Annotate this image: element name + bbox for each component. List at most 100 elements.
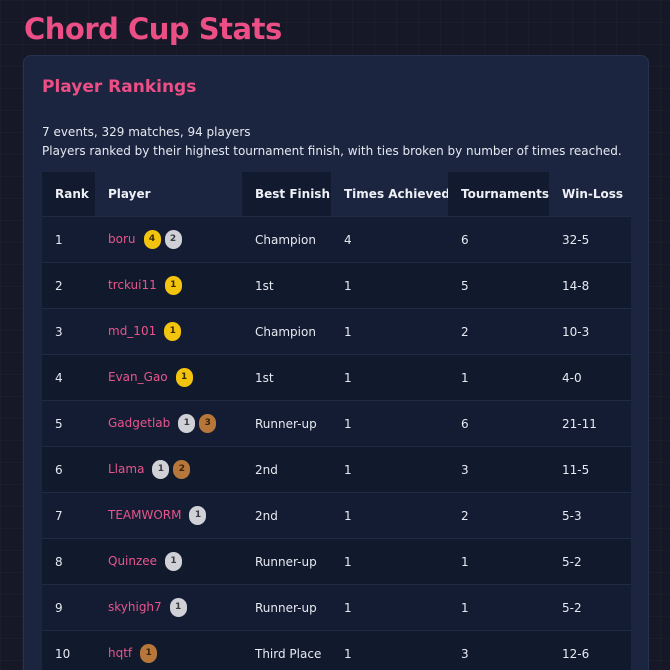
tournaments-cell: 2 — [448, 308, 549, 355]
rank-cell: 4 — [42, 354, 95, 401]
player-cell: md_101 1 — [95, 308, 242, 355]
player-cell: Gadgetlab 1 3 — [95, 400, 242, 447]
rank-cell: 3 — [42, 308, 95, 355]
player-cell: Quinzee 1 — [95, 538, 242, 585]
medal-badges: 1 — [136, 644, 158, 663]
rank-cell: 5 — [42, 400, 95, 447]
rankings-table-body: 1 boru 4 2 Champion 4 6 32-5 2 trckui11 1 1st 1 5 14-8… — [42, 216, 631, 670]
rankings-title: Player Rankings — [42, 77, 197, 97]
silver-medal-badge: 2 — [164, 230, 182, 249]
tournaments-cell: 1 — [448, 538, 549, 585]
table-row: 10 hqtf 1 Third Place 1 3 12-6 — [42, 630, 631, 670]
table-row: 3 md_101 1 Champion 1 2 10-3 — [42, 308, 631, 355]
times-achieved-cell: 1 — [331, 262, 448, 309]
column-header-player[interactable]: Player — [95, 172, 242, 217]
table-row: 9 skyhigh7 1 Runner-up 1 1 5-2 — [42, 584, 631, 631]
player-link[interactable]: trckui11 — [108, 278, 157, 292]
table-row: 7 TEAMWORM 1 2nd 1 2 5-3 — [42, 492, 631, 539]
times-achieved-cell: 1 — [331, 354, 448, 401]
column-header-best-finish[interactable]: Best Finish — [242, 172, 331, 217]
player-link[interactable]: TEAMWORM — [108, 508, 181, 522]
bronze-medal-badge: 2 — [173, 460, 191, 479]
medal-badges: 1 — [161, 552, 183, 571]
table-row: 1 boru 4 2 Champion 4 6 32-5 — [42, 216, 631, 263]
player-cell: Evan_Gao 1 — [95, 354, 242, 401]
player-link[interactable]: md_101 — [108, 324, 156, 338]
medal-badges: 42 — [140, 230, 182, 249]
best-finish-cell: 1st — [242, 354, 331, 401]
rankings-summary: 7 events, 329 matches, 94 players — [42, 125, 251, 139]
rank-cell: 10 — [42, 630, 95, 670]
tournaments-cell: 6 — [448, 400, 549, 447]
times-achieved-cell: 1 — [331, 446, 448, 493]
tournaments-cell: 2 — [448, 492, 549, 539]
tournaments-cell: 1 — [448, 354, 549, 401]
win-loss-cell: 21-11 — [549, 400, 631, 447]
gold-medal-badge: 1 — [175, 368, 193, 387]
player-link[interactable]: Evan_Gao — [108, 370, 168, 384]
rankings-description: Players ranked by their highest tourname… — [42, 144, 622, 158]
tournaments-cell: 3 — [448, 446, 549, 493]
player-cell: boru 4 2 — [95, 216, 242, 263]
win-loss-cell: 32-5 — [549, 216, 631, 263]
times-achieved-cell: 1 — [331, 492, 448, 539]
best-finish-cell: Runner-up — [242, 538, 331, 585]
win-loss-cell: 11-5 — [549, 446, 631, 493]
player-cell: trckui11 1 — [95, 262, 242, 309]
silver-medal-badge: 1 — [152, 460, 170, 479]
silver-medal-badge: 1 — [169, 598, 187, 617]
best-finish-cell: 2nd — [242, 446, 331, 493]
times-achieved-cell: 1 — [331, 630, 448, 670]
player-link[interactable]: Gadgetlab — [108, 416, 170, 430]
player-link[interactable]: boru — [108, 232, 136, 246]
table-row: 2 trckui11 1 1st 1 5 14-8 — [42, 262, 631, 309]
column-header-tournaments[interactable]: Tournaments — [448, 172, 549, 217]
best-finish-cell: Champion — [242, 216, 331, 263]
bronze-medal-badge: 3 — [199, 414, 217, 433]
medal-badges: 1 — [185, 506, 207, 525]
times-achieved-cell: 1 — [331, 584, 448, 631]
rank-cell: 1 — [42, 216, 95, 263]
best-finish-cell: Champion — [242, 308, 331, 355]
player-link[interactable]: Llama — [108, 462, 144, 476]
silver-medal-badge: 1 — [178, 414, 196, 433]
best-finish-cell: Runner-up — [242, 584, 331, 631]
rankings-table: Rank Player Best Finish Times Achieved T… — [42, 172, 631, 670]
best-finish-cell: 2nd — [242, 492, 331, 539]
best-finish-cell: Third Place — [242, 630, 331, 670]
player-link[interactable]: Quinzee — [108, 554, 157, 568]
medal-badges: 13 — [174, 414, 217, 433]
win-loss-cell: 5-2 — [549, 584, 631, 631]
gold-medal-badge: 4 — [143, 230, 161, 249]
medal-badges: 1 — [161, 276, 182, 295]
column-header-win-loss[interactable]: Win-Loss — [549, 172, 631, 217]
times-achieved-cell: 1 — [331, 400, 448, 447]
win-loss-cell: 4-0 — [549, 354, 631, 401]
win-loss-cell: 5-2 — [549, 538, 631, 585]
tournaments-cell: 3 — [448, 630, 549, 670]
medal-badges: 1 — [166, 598, 187, 617]
bronze-medal-badge: 1 — [140, 644, 158, 663]
medal-badges: 1 — [172, 368, 193, 387]
column-header-times-achieved[interactable]: Times Achieved — [331, 172, 448, 217]
medal-badges: 1 — [160, 322, 182, 341]
silver-medal-badge: 1 — [165, 552, 183, 571]
best-finish-cell: Runner-up — [242, 400, 331, 447]
rank-cell: 9 — [42, 584, 95, 631]
win-loss-cell: 10-3 — [549, 308, 631, 355]
times-achieved-cell: 4 — [331, 216, 448, 263]
tournaments-cell: 1 — [448, 584, 549, 631]
player-cell: skyhigh7 1 — [95, 584, 242, 631]
rank-cell: 2 — [42, 262, 95, 309]
win-loss-cell: 12-6 — [549, 630, 631, 670]
player-cell: TEAMWORM 1 — [95, 492, 242, 539]
player-cell: Llama 1 2 — [95, 446, 242, 493]
table-row: 8 Quinzee 1 Runner-up 1 1 5-2 — [42, 538, 631, 585]
player-link[interactable]: hqtf — [108, 646, 132, 660]
rank-cell: 7 — [42, 492, 95, 539]
player-link[interactable]: skyhigh7 — [108, 600, 162, 614]
best-finish-cell: 1st — [242, 262, 331, 309]
table-header-row: Rank Player Best Finish Times Achieved T… — [42, 172, 631, 217]
column-header-rank[interactable]: Rank — [42, 172, 95, 217]
rank-cell: 6 — [42, 446, 95, 493]
